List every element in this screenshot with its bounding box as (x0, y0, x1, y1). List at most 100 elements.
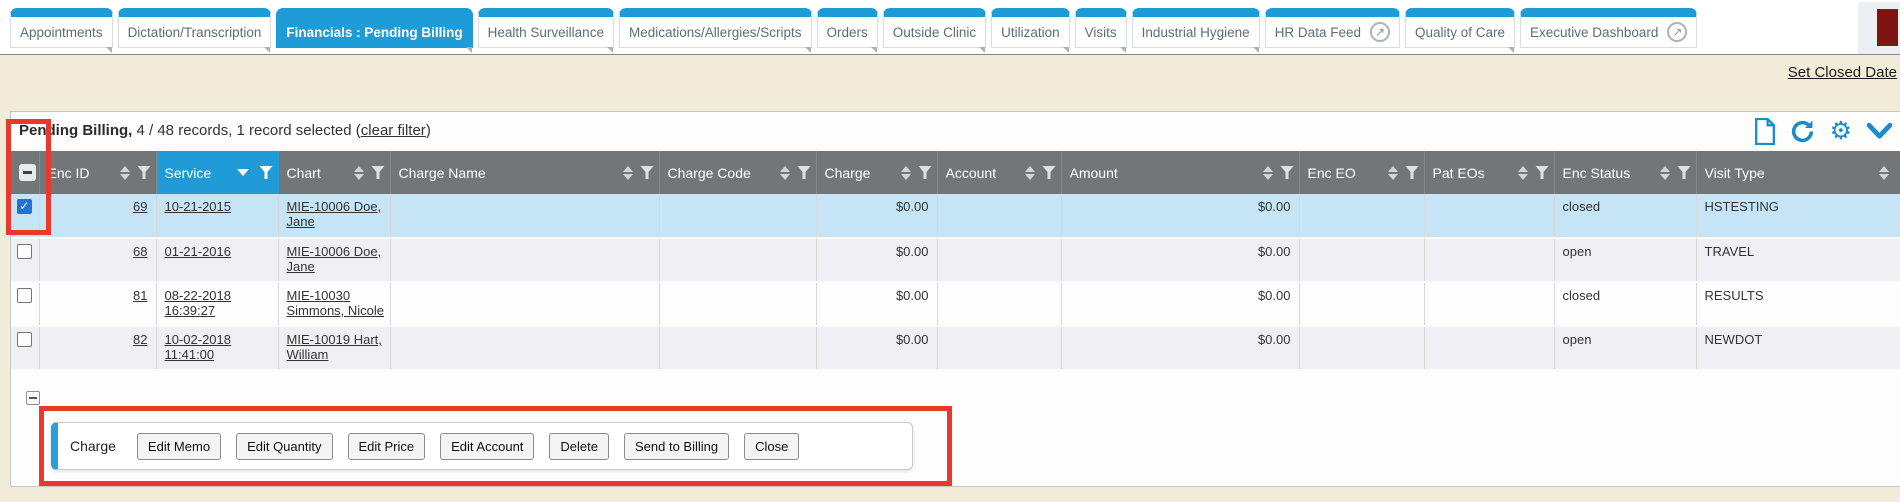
row-checkbox[interactable] (17, 199, 32, 214)
tab-dictation-transcription[interactable]: Dictation/Transcription (118, 8, 272, 48)
send-to-billing-button[interactable]: Send to Billing (624, 433, 729, 460)
tab-health-surveillance[interactable]: Health Surveillance (478, 8, 614, 48)
sort-icon[interactable] (120, 166, 130, 180)
filter-funnel-icon[interactable] (918, 166, 932, 179)
empty-cell (937, 282, 1061, 326)
tab-orders[interactable]: Orders (817, 8, 878, 48)
column-header-enc-status[interactable]: Enc Status (1554, 151, 1696, 194)
filter-funnel-icon[interactable] (797, 166, 811, 179)
enc-id-link[interactable]: 82 (133, 332, 147, 347)
new-document-icon[interactable] (1754, 118, 1775, 145)
table-row[interactable]: 81 08-22-2018 16:39:27 MIE-10030 Simmons… (11, 282, 1900, 326)
filter-funnel-icon[interactable] (1535, 166, 1549, 179)
table-row[interactable]: 68 01-21-2016 MIE-10006 Doe, Jane $0.00 … (11, 238, 1900, 282)
column-header-chart[interactable]: Chart (278, 151, 390, 194)
select-all-checkbox[interactable] (19, 164, 36, 181)
filter-funnel-icon[interactable] (1677, 166, 1691, 179)
sort-icon[interactable] (780, 166, 790, 180)
chart-link[interactable]: MIE-10006 Doe, Jane (287, 199, 382, 229)
set-closed-date-link[interactable]: Set Closed Date (1788, 64, 1897, 81)
tab-medications-allergies-scripts[interactable]: Medications/Allergies/Scripts (619, 8, 812, 48)
column-header-enc-eo[interactable]: Enc EO (1299, 151, 1424, 194)
filter-funnel-icon[interactable] (1280, 166, 1294, 179)
sort-icon[interactable] (901, 166, 911, 180)
external-link-icon: ↗ (1667, 22, 1687, 42)
tab-hr-data-feed[interactable]: HR Data Feed↗ (1265, 8, 1400, 48)
service-link[interactable]: 10-02-2018 11:41:00 (165, 332, 232, 362)
filter-funnel-icon[interactable] (1405, 166, 1419, 179)
tab-label: Executive Dashboard (1530, 25, 1658, 40)
tab-industrial-hygiene[interactable]: Industrial Hygiene (1132, 8, 1260, 48)
column-header-pat-eos[interactable]: Pat EOs (1424, 151, 1554, 194)
filter-funnel-icon[interactable] (1042, 166, 1056, 179)
tab-outside-clinic[interactable]: Outside Clinic (883, 8, 986, 48)
filter-funnel-icon[interactable] (371, 166, 385, 179)
sort-icon[interactable] (1388, 166, 1398, 180)
enc-id-cell: 69 (39, 194, 156, 238)
enc-id-link[interactable]: 68 (133, 244, 147, 259)
sort-icon[interactable] (1025, 166, 1035, 180)
pending-billing-table: Enc ID Service Chart Charge Name Charge … (11, 151, 1900, 371)
row-checkbox[interactable] (17, 288, 32, 303)
close-button[interactable]: Close (744, 433, 799, 460)
column-header-charge-code[interactable]: Charge Code (659, 151, 816, 194)
clear-filter-link[interactable]: clear filter (361, 122, 426, 139)
sort-icon[interactable] (354, 166, 364, 180)
sort-icon[interactable] (1660, 166, 1670, 180)
enc-id-link[interactable]: 69 (133, 199, 147, 214)
tab-quality-of-care[interactable]: Quality of Care (1405, 8, 1515, 48)
delete-button[interactable]: Delete (549, 433, 609, 460)
chart-cell: MIE-10030 Simmons, Nicole (278, 282, 390, 326)
tab-label: HR Data Feed (1275, 25, 1361, 40)
collapse-row-toggle[interactable] (26, 391, 40, 405)
empty-cell (659, 238, 816, 282)
enc-id-link[interactable]: 81 (133, 288, 147, 303)
tab-visits[interactable]: Visits (1075, 8, 1127, 48)
sort-icon[interactable] (1879, 166, 1889, 180)
filter-funnel-icon[interactable] (137, 166, 151, 179)
edit-account-button[interactable]: Edit Account (440, 433, 534, 460)
refresh-icon[interactable] (1790, 119, 1815, 144)
table-row[interactable]: 82 10-02-2018 11:41:00 MIE-10019 Hart, W… (11, 326, 1900, 370)
pending-billing-screen: Appointments Dictation/Transcription Fin… (0, 0, 1900, 502)
settings-gear-icon[interactable]: ⚙ (1830, 118, 1852, 144)
tab-fold-icon (1253, 47, 1259, 53)
sort-icon[interactable] (1263, 166, 1273, 180)
service-link[interactable]: 01-21-2016 (165, 244, 232, 259)
sort-icon[interactable] (623, 166, 633, 180)
row-checkbox[interactable] (17, 244, 32, 259)
sort-icon[interactable] (1518, 166, 1528, 180)
column-header-amount[interactable]: Amount (1061, 151, 1299, 194)
empty-cell (1424, 238, 1554, 282)
tab-executive-dashboard[interactable]: Executive Dashboard ↗ (1520, 8, 1697, 48)
service-link[interactable]: 10-21-2015 (165, 199, 232, 214)
column-header-visit-type[interactable]: Visit Type (1696, 151, 1900, 194)
chart-link[interactable]: MIE-10006 Doe, Jane (287, 244, 382, 274)
empty-cell (390, 282, 659, 326)
edit-quantity-button[interactable]: Edit Quantity (236, 433, 332, 460)
charge-action-bar: Charge Edit Memo Edit Quantity Edit Pric… (51, 422, 913, 470)
table-row[interactable]: 69 10-21-2015 MIE-10006 Doe, Jane $0.00 … (11, 194, 1900, 238)
filter-funnel-icon[interactable] (259, 166, 273, 179)
tab-label: Utilization (1001, 25, 1060, 40)
column-header-enc-id[interactable]: Enc ID (39, 151, 156, 194)
sort-desc-icon[interactable] (237, 169, 249, 176)
row-checkbox[interactable] (17, 332, 32, 347)
column-header-charge[interactable]: Charge (816, 151, 937, 194)
column-header-charge-name[interactable]: Charge Name (390, 151, 659, 194)
collapse-chevron-icon[interactable] (1867, 123, 1892, 140)
tab-appointments[interactable]: Appointments (10, 8, 113, 48)
tab-utilization[interactable]: Utilization (991, 8, 1070, 48)
column-header-account[interactable]: Account (937, 151, 1061, 194)
edit-memo-button[interactable]: Edit Memo (137, 433, 221, 460)
chart-link[interactable]: MIE-10030 Simmons, Nicole (287, 288, 385, 318)
edit-price-button[interactable]: Edit Price (348, 433, 426, 460)
service-cell: 08-22-2018 16:39:27 (156, 282, 278, 326)
checkbox-cell (11, 238, 39, 282)
tab-financials-pending-billing[interactable]: Financials : Pending Billing (276, 8, 472, 48)
column-header-service[interactable]: Service (156, 151, 278, 194)
chart-link[interactable]: MIE-10019 Hart, William (287, 332, 382, 362)
service-link[interactable]: 08-22-2018 16:39:27 (165, 288, 232, 318)
empty-cell (1299, 238, 1424, 282)
filter-funnel-icon[interactable] (640, 166, 654, 179)
